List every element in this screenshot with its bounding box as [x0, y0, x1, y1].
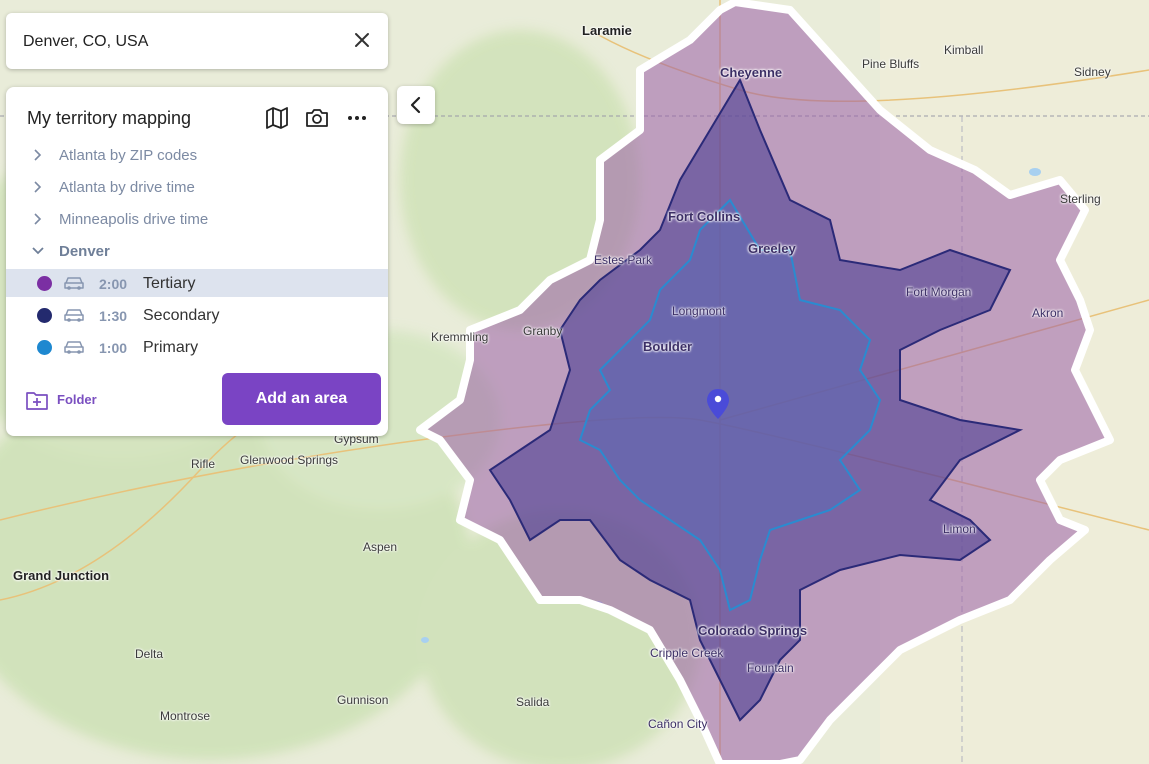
car-icon: [64, 341, 84, 354]
area-item-tertiary[interactable]: 2:00 Tertiary: [6, 269, 388, 297]
place-label: Sidney: [1074, 65, 1111, 79]
place-label: Kremmling: [431, 330, 489, 344]
chevron-right-icon: [34, 181, 42, 193]
map-icon[interactable]: [264, 105, 290, 131]
place-label: Salida: [516, 695, 550, 709]
area-item-secondary[interactable]: 1:30 Secondary: [6, 301, 388, 329]
add-area-button[interactable]: Add an area: [222, 373, 381, 425]
place-label: Colorado Springs: [698, 623, 808, 638]
folder-label: Atlanta by ZIP codes: [59, 147, 198, 164]
place-label: Akron: [1032, 306, 1064, 320]
area-name: Secondary: [143, 307, 220, 324]
car-icon: [64, 309, 84, 322]
chevron-right-icon: [34, 213, 42, 225]
area-color-swatch[interactable]: [37, 340, 52, 355]
folder-item-minneapolis[interactable]: Minneapolis drive time: [6, 205, 388, 233]
place-label: Longmont: [672, 304, 726, 318]
folder-item-denver[interactable]: Denver: [6, 237, 388, 265]
place-label: Greeley: [748, 241, 796, 256]
drive-time: 2:00: [99, 276, 128, 292]
more-icon[interactable]: [344, 105, 370, 131]
location-search[interactable]: Denver, CO, USA: [6, 13, 388, 69]
folder-label: Atlanta by drive time: [59, 179, 195, 196]
area-item-primary[interactable]: 1:00 Primary: [6, 333, 388, 361]
place-label: Cañon City: [648, 717, 708, 731]
place-label: Delta: [135, 647, 164, 661]
folder-label: Denver: [59, 243, 110, 260]
area-color-swatch[interactable]: [37, 308, 52, 323]
chevron-down-icon: [32, 247, 44, 255]
folder-item-atlanta-drive[interactable]: Atlanta by drive time: [6, 173, 388, 201]
place-label: Grand Junction: [13, 568, 110, 583]
area-name: Tertiary: [143, 275, 196, 292]
place-label: Rifle: [191, 457, 216, 471]
chevron-right-icon: [34, 149, 42, 161]
folder-button-label: Folder: [57, 392, 97, 407]
camera-icon[interactable]: [304, 105, 330, 131]
place-label: Cheyenne: [720, 65, 783, 80]
folder-label: Minneapolis drive time: [59, 211, 209, 228]
place-label: Gunnison: [337, 693, 389, 707]
place-label: Boulder: [643, 339, 693, 354]
area-color-swatch[interactable]: [37, 276, 52, 291]
chevron-left-icon: [410, 96, 421, 114]
place-label: Pine Bluffs: [862, 57, 920, 71]
drive-time: 1:30: [99, 308, 128, 324]
place-label: Kimball: [944, 43, 984, 57]
place-label: Laramie: [582, 23, 632, 38]
drive-time: 1:00: [99, 340, 128, 356]
car-icon: [64, 277, 84, 290]
collapse-panel-button[interactable]: [397, 86, 435, 124]
place-label: Fort Collins: [668, 209, 741, 224]
place-label: Montrose: [160, 709, 211, 723]
area-name: Primary: [143, 339, 199, 356]
territory-panel: My territory mapping Atlanta by ZIP code…: [6, 87, 388, 436]
place-label: Granby: [523, 324, 563, 338]
place-label: Glenwood Springs: [240, 453, 339, 467]
folder-item-atlanta-zip[interactable]: Atlanta by ZIP codes: [6, 141, 388, 169]
close-icon[interactable]: [352, 30, 372, 50]
folder-plus-icon: [26, 392, 48, 410]
panel-title: My territory mapping: [27, 108, 192, 128]
place-label: Fountain: [747, 661, 794, 675]
place-label: Aspen: [363, 540, 398, 554]
place-label: Limon: [943, 522, 976, 536]
place-label: Sterling: [1060, 192, 1101, 206]
search-input[interactable]: Denver, CO, USA: [23, 33, 148, 51]
place-label: Cripple Creek: [650, 646, 724, 660]
place-label: Estes Park: [594, 253, 653, 267]
place-label: Fort Morgan: [906, 285, 972, 299]
